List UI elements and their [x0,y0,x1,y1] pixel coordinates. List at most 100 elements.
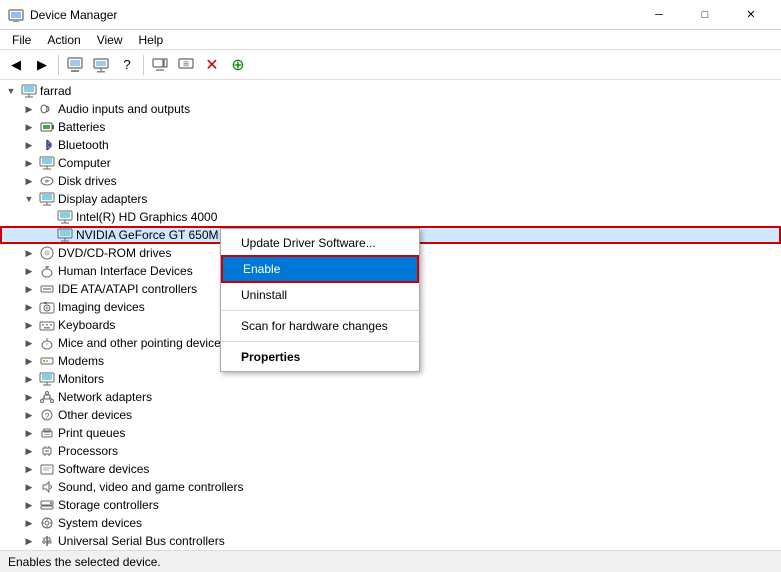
ctx-update-driver[interactable]: Update Driver Software... [221,231,419,255]
usb-label: Universal Serial Bus controllers [58,534,225,548]
remove-button[interactable]: ✕ [200,53,224,77]
expand-sound[interactable]: ▶ [22,480,36,494]
monitors-icon [39,371,55,387]
tree-item-network[interactable]: ▶ Network adapters [0,388,781,406]
svg-text:?: ? [45,412,50,421]
expand-monitors[interactable]: ▶ [22,372,36,386]
computer-item-icon [39,155,55,171]
ctx-properties[interactable]: Properties [221,345,419,369]
device-tree[interactable]: ▼ farrad ▶ Audio inputs and outputs ▶ [0,80,781,550]
monitors-label: Monitors [58,372,104,386]
toolbar-sep-1 [58,55,59,75]
audio-icon [39,101,55,117]
menu-file[interactable]: File [4,31,39,49]
tree-item-other[interactable]: ▶ ? Other devices [0,406,781,424]
expand-processors[interactable]: ▶ [22,444,36,458]
expand-disk[interactable]: ▶ [22,174,36,188]
expand-mice[interactable]: ▶ [22,336,36,350]
ctx-enable[interactable]: Enable [221,255,419,283]
display-label: Display adapters [58,192,147,206]
window-controls: ─ □ ✕ [637,0,773,30]
expand-keyboards[interactable]: ▶ [22,318,36,332]
tree-root-label: farrad [40,84,71,98]
tree-item-root[interactable]: ▼ farrad [0,82,781,100]
other-icon: ? [39,407,55,423]
scan-button[interactable] [148,53,172,77]
computer-icon [21,83,37,99]
expand-imaging[interactable]: ▶ [22,300,36,314]
tree-item-print[interactable]: ▶ Print queues [0,424,781,442]
tree-item-intel-gpu[interactable]: ▶ Intel(R) HD Graphics 4000 [0,208,781,226]
device-button[interactable] [89,53,113,77]
expand-network[interactable]: ▶ [22,390,36,404]
tree-item-system[interactable]: ▶ System devices [0,514,781,532]
back-button[interactable]: ◀ [4,53,28,77]
context-menu: Update Driver Software... Enable Uninsta… [220,228,420,372]
nvidia-gpu-label: NVIDIA GeForce GT 650M [76,228,219,242]
tree-item-processors[interactable]: ▶ Processors [0,442,781,460]
expand-usb[interactable]: ▶ [22,534,36,548]
ctx-uninstall[interactable]: Uninstall [221,283,419,307]
update-button[interactable]: ⊞ [174,53,198,77]
status-bar: Enables the selected device. [0,550,781,572]
keyboard-icon [39,317,55,333]
nvidia-gpu-icon [57,227,73,243]
expand-computer[interactable]: ▶ [22,156,36,170]
bluetooth-icon [39,137,55,153]
expand-storage[interactable]: ▶ [22,498,36,512]
expand-batteries[interactable]: ▶ [22,120,36,134]
expand-hid[interactable]: ▶ [22,264,36,278]
storage-label: Storage controllers [58,498,159,512]
tree-item-usb[interactable]: ▶ Universal Serial Bus controllers [0,532,781,550]
imaging-icon [39,299,55,315]
system-label: System devices [58,516,142,530]
tree-item-monitors[interactable]: ▶ Monitors [0,370,781,388]
tree-item-audio[interactable]: ▶ Audio inputs and outputs [0,100,781,118]
other-label: Other devices [58,408,132,422]
tree-item-software[interactable]: ▶ Software devices [0,460,781,478]
batteries-icon [39,119,55,135]
menu-view[interactable]: View [89,31,131,49]
expand-ide[interactable]: ▶ [22,282,36,296]
keyboards-label: Keyboards [58,318,115,332]
add-button[interactable]: ⊕ [226,53,250,77]
sound-icon [39,479,55,495]
tree-item-storage[interactable]: ▶ Storage controllers [0,496,781,514]
tree-item-disk[interactable]: ▶ Disk drives [0,172,781,190]
tree-item-sound[interactable]: ▶ Sound, video and game controllers [0,478,781,496]
expand-modems[interactable]: ▶ [22,354,36,368]
expand-root[interactable]: ▼ [4,84,18,98]
expand-print[interactable]: ▶ [22,426,36,440]
forward-button[interactable]: ▶ [30,53,54,77]
ide-icon [39,281,55,297]
ctx-scan[interactable]: Scan for hardware changes [221,314,419,338]
network-label: Network adapters [58,390,152,404]
tree-item-display[interactable]: ▼ Display adapters [0,190,781,208]
intel-gpu-icon [57,209,73,225]
maximize-button[interactable]: □ [683,0,727,30]
title-bar: Device Manager ─ □ ✕ [0,0,781,30]
tree-item-computer[interactable]: ▶ Computer [0,154,781,172]
expand-dvd[interactable]: ▶ [22,246,36,260]
expand-system[interactable]: ▶ [22,516,36,530]
expand-bluetooth[interactable]: ▶ [22,138,36,152]
menu-bar: File Action View Help [0,30,781,50]
modems-icon [39,353,55,369]
help-button[interactable]: ? [115,53,139,77]
disk-label: Disk drives [58,174,117,188]
expand-software[interactable]: ▶ [22,462,36,476]
software-icon [39,461,55,477]
minimize-button[interactable]: ─ [637,0,681,30]
properties-button[interactable] [63,53,87,77]
close-button[interactable]: ✕ [729,0,773,30]
mice-icon [39,335,55,351]
usb-icon [39,533,55,549]
expand-other[interactable]: ▶ [22,408,36,422]
tree-item-batteries[interactable]: ▶ Batteries [0,118,781,136]
tree-item-bluetooth[interactable]: ▶ Bluetooth [0,136,781,154]
expand-audio[interactable]: ▶ [22,102,36,116]
computer-label: Computer [58,156,111,170]
expand-display[interactable]: ▼ [22,192,36,206]
menu-help[interactable]: Help [131,31,172,49]
menu-action[interactable]: Action [39,31,88,49]
